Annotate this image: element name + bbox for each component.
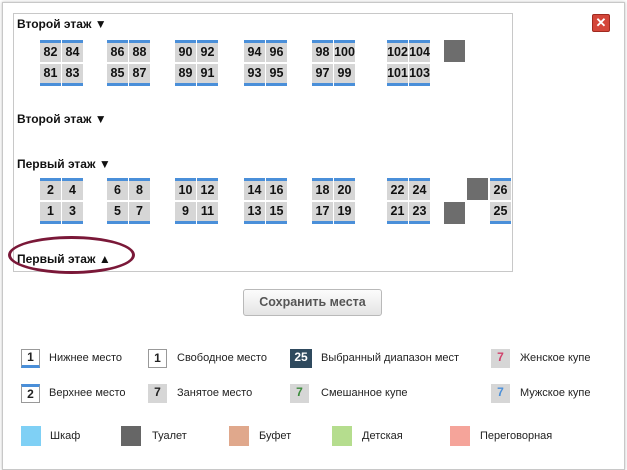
legend-label: Верхнее место [49, 387, 126, 399]
seat-upper[interactable]: 24 [409, 178, 430, 200]
seat-lower[interactable]: 13 [244, 202, 265, 224]
toilet-swatch [121, 426, 141, 446]
seat-lower[interactable]: 89 [175, 64, 196, 86]
legend-label: Переговорная [480, 430, 553, 442]
seat-lower[interactable]: 23 [409, 202, 430, 224]
seat-lower[interactable]: 9 [175, 202, 196, 224]
seat-upper[interactable]: 94 [244, 40, 265, 62]
floor-toggle-second-open[interactable]: Второй этаж ▼ [17, 17, 107, 31]
legend-label: Выбранный диапазон мест [321, 352, 460, 364]
seat-lower[interactable]: 3 [62, 202, 83, 224]
legend-label: Мужское купе [520, 387, 591, 399]
seat-lower[interactable]: 91 [197, 64, 218, 86]
seat-upper[interactable]: 16 [266, 178, 287, 200]
seat-upper[interactable]: 92 [197, 40, 218, 62]
seat-lower[interactable]: 21 [387, 202, 408, 224]
seat-upper[interactable]: 98 [312, 40, 333, 62]
toilet-block-upper [467, 178, 488, 200]
highlight-oval [8, 236, 135, 274]
seat-lower[interactable]: 15 [266, 202, 287, 224]
male-coupe-icon: 7 [491, 384, 510, 403]
seat-lower[interactable]: 103 [409, 64, 430, 86]
seat-lower[interactable]: 81 [40, 64, 61, 86]
seat-lower[interactable]: 11 [197, 202, 218, 224]
seat-upper[interactable]: 10 [175, 178, 196, 200]
seat-upper[interactable]: 102 [387, 40, 408, 62]
upper-seat-icon: 2 [21, 384, 40, 403]
seat-upper[interactable]: 2 [40, 178, 61, 200]
legend-label: Женское купе [520, 352, 591, 364]
seat-upper[interactable]: 90 [175, 40, 196, 62]
seat-upper[interactable]: 14 [244, 178, 265, 200]
seat-lower[interactable]: 7 [129, 202, 150, 224]
seat-lower[interactable]: 99 [334, 64, 355, 86]
seat-lower[interactable]: 5 [107, 202, 128, 224]
seat-lower[interactable]: 101 [387, 64, 408, 86]
close-icon[interactable]: ✕ [592, 14, 610, 32]
legend-label: Смешанное купе [321, 387, 408, 399]
seat-lower[interactable]: 1 [40, 202, 61, 224]
seat-lower[interactable]: 17 [312, 202, 333, 224]
seat-upper[interactable]: 100 [334, 40, 355, 62]
seat-lower[interactable]: 83 [62, 64, 83, 86]
toilet-block-lower [444, 202, 465, 224]
toilet-block [444, 40, 465, 62]
seat-upper[interactable]: 22 [387, 178, 408, 200]
legend-label: Детская [362, 430, 403, 442]
wardrobe-swatch [21, 426, 41, 446]
female-coupe-icon: 7 [491, 349, 510, 368]
seat-upper[interactable]: 4 [62, 178, 83, 200]
buffet-swatch [229, 426, 249, 446]
seat-upper[interactable]: 84 [62, 40, 83, 62]
legend-label: Нижнее место [49, 352, 123, 364]
seat-upper[interactable]: 18 [312, 178, 333, 200]
free-seat-icon: 1 [148, 349, 167, 368]
seat-lower[interactable]: 19 [334, 202, 355, 224]
legend-label: Буфет [259, 430, 292, 442]
lower-seat-icon: 1 [21, 349, 40, 368]
floor-toggle-second-collapsed[interactable]: Второй этаж ▼ [17, 112, 107, 126]
legend-label: Занятое место [177, 387, 253, 399]
seat-map-panel: Второй этаж ▼ 82 81 84 83 86 85 88 87 90 89 92 91 94… [13, 13, 513, 272]
seat-lower[interactable]: 97 [312, 64, 333, 86]
seat-lower[interactable]: 85 [107, 64, 128, 86]
seat-lower[interactable]: 93 [244, 64, 265, 86]
taken-seat-icon: 7 [148, 384, 167, 403]
seat-upper[interactable]: 82 [40, 40, 61, 62]
seat-upper[interactable]: 88 [129, 40, 150, 62]
seat-upper[interactable]: 12 [197, 178, 218, 200]
floor-toggle-first-open[interactable]: Первый этаж ▼ [17, 157, 111, 171]
mixed-coupe-icon: 7 [290, 384, 309, 403]
legend-label: Свободное место [177, 352, 267, 364]
seat-upper[interactable]: 8 [129, 178, 150, 200]
selected-seat-icon: 25 [290, 349, 312, 368]
meeting-swatch [450, 426, 470, 446]
save-seats-button[interactable]: Сохранить места [243, 289, 382, 316]
seat-lower[interactable]: 87 [129, 64, 150, 86]
seat-upper[interactable]: 6 [107, 178, 128, 200]
legend-label: Шкаф [50, 430, 81, 442]
seat-lower[interactable]: 95 [266, 64, 287, 86]
seat-upper[interactable]: 104 [409, 40, 430, 62]
seat-upper[interactable]: 20 [334, 178, 355, 200]
kids-swatch [332, 426, 352, 446]
side-seat-upper[interactable]: 26 [490, 178, 511, 200]
seat-upper[interactable]: 86 [107, 40, 128, 62]
side-seat-lower[interactable]: 25 [490, 202, 511, 224]
seat-upper[interactable]: 96 [266, 40, 287, 62]
legend-label: Туалет [152, 430, 187, 442]
